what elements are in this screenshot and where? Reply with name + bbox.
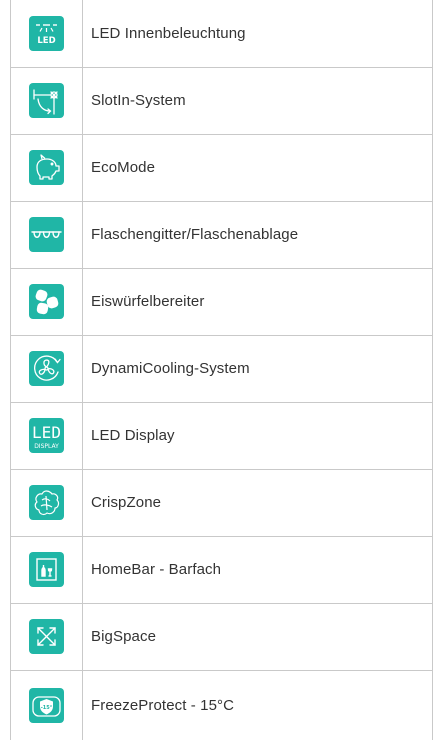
icon-cell <box>10 66 83 135</box>
feature-label: CrispZone <box>82 468 433 537</box>
feature-label: Flaschengitter/Flaschenablage <box>82 200 433 269</box>
icon-cell <box>10 468 83 537</box>
table-row: BigSpace <box>10 602 433 671</box>
feature-label: BigSpace <box>82 602 433 671</box>
feature-label: FreezeProtect - 15°C <box>82 669 433 740</box>
icon-cell <box>10 200 83 269</box>
icon-cell <box>10 334 83 403</box>
feature-label: DynamiCooling-System <box>82 334 433 403</box>
icon-cell: LED <box>10 0 83 68</box>
feature-label: LED Display <box>82 401 433 470</box>
feature-label: Eiswürfelbereiter <box>82 267 433 336</box>
fan-icon <box>29 351 64 386</box>
feature-table: LED LED Innenbeleuchtung SlotIn-System E… <box>10 0 433 740</box>
table-row: LED DISPLAY LED Display <box>10 401 433 470</box>
svg-text:LED: LED <box>32 423 61 442</box>
svg-text:LED: LED <box>37 36 55 46</box>
bottle-rack-icon <box>29 217 64 252</box>
slotin-system-icon <box>29 83 64 118</box>
table-row: Eiswürfelbereiter <box>10 267 433 336</box>
expand-arrows-icon <box>29 619 64 654</box>
feature-label: EcoMode <box>82 133 433 202</box>
piggy-bank-icon <box>29 150 64 185</box>
feature-label: HomeBar - Barfach <box>82 535 433 604</box>
icon-cell: -15° <box>10 669 83 740</box>
bottle-bar-icon <box>29 552 64 587</box>
table-row: DynamiCooling-System <box>10 334 433 403</box>
table-row: CrispZone <box>10 468 433 537</box>
icon-cell <box>10 133 83 202</box>
icon-cell <box>10 267 83 336</box>
icon-cell <box>10 535 83 604</box>
table-row: HomeBar - Barfach <box>10 535 433 604</box>
icon-cell: LED DISPLAY <box>10 401 83 470</box>
led-lighting-icon: LED <box>29 15 64 51</box>
icon-cell <box>10 602 83 671</box>
feature-label: SlotIn-System <box>82 66 433 135</box>
feature-label: LED Innenbeleuchtung <box>82 0 433 68</box>
shield-icon: -15° <box>29 687 64 723</box>
table-row: -15° FreezeProtect - 15°C <box>10 669 433 740</box>
svg-text:DISPLAY: DISPLAY <box>34 443 59 450</box>
table-row: LED LED Innenbeleuchtung <box>10 0 433 68</box>
table-row: Flaschengitter/Flaschenablage <box>10 200 433 269</box>
ice-cubes-icon <box>29 284 64 319</box>
svg-text:-15°: -15° <box>41 705 53 711</box>
lettuce-icon <box>29 485 64 520</box>
led-display-icon: LED DISPLAY <box>29 418 64 453</box>
table-row: EcoMode <box>10 133 433 202</box>
table-row: SlotIn-System <box>10 66 433 135</box>
